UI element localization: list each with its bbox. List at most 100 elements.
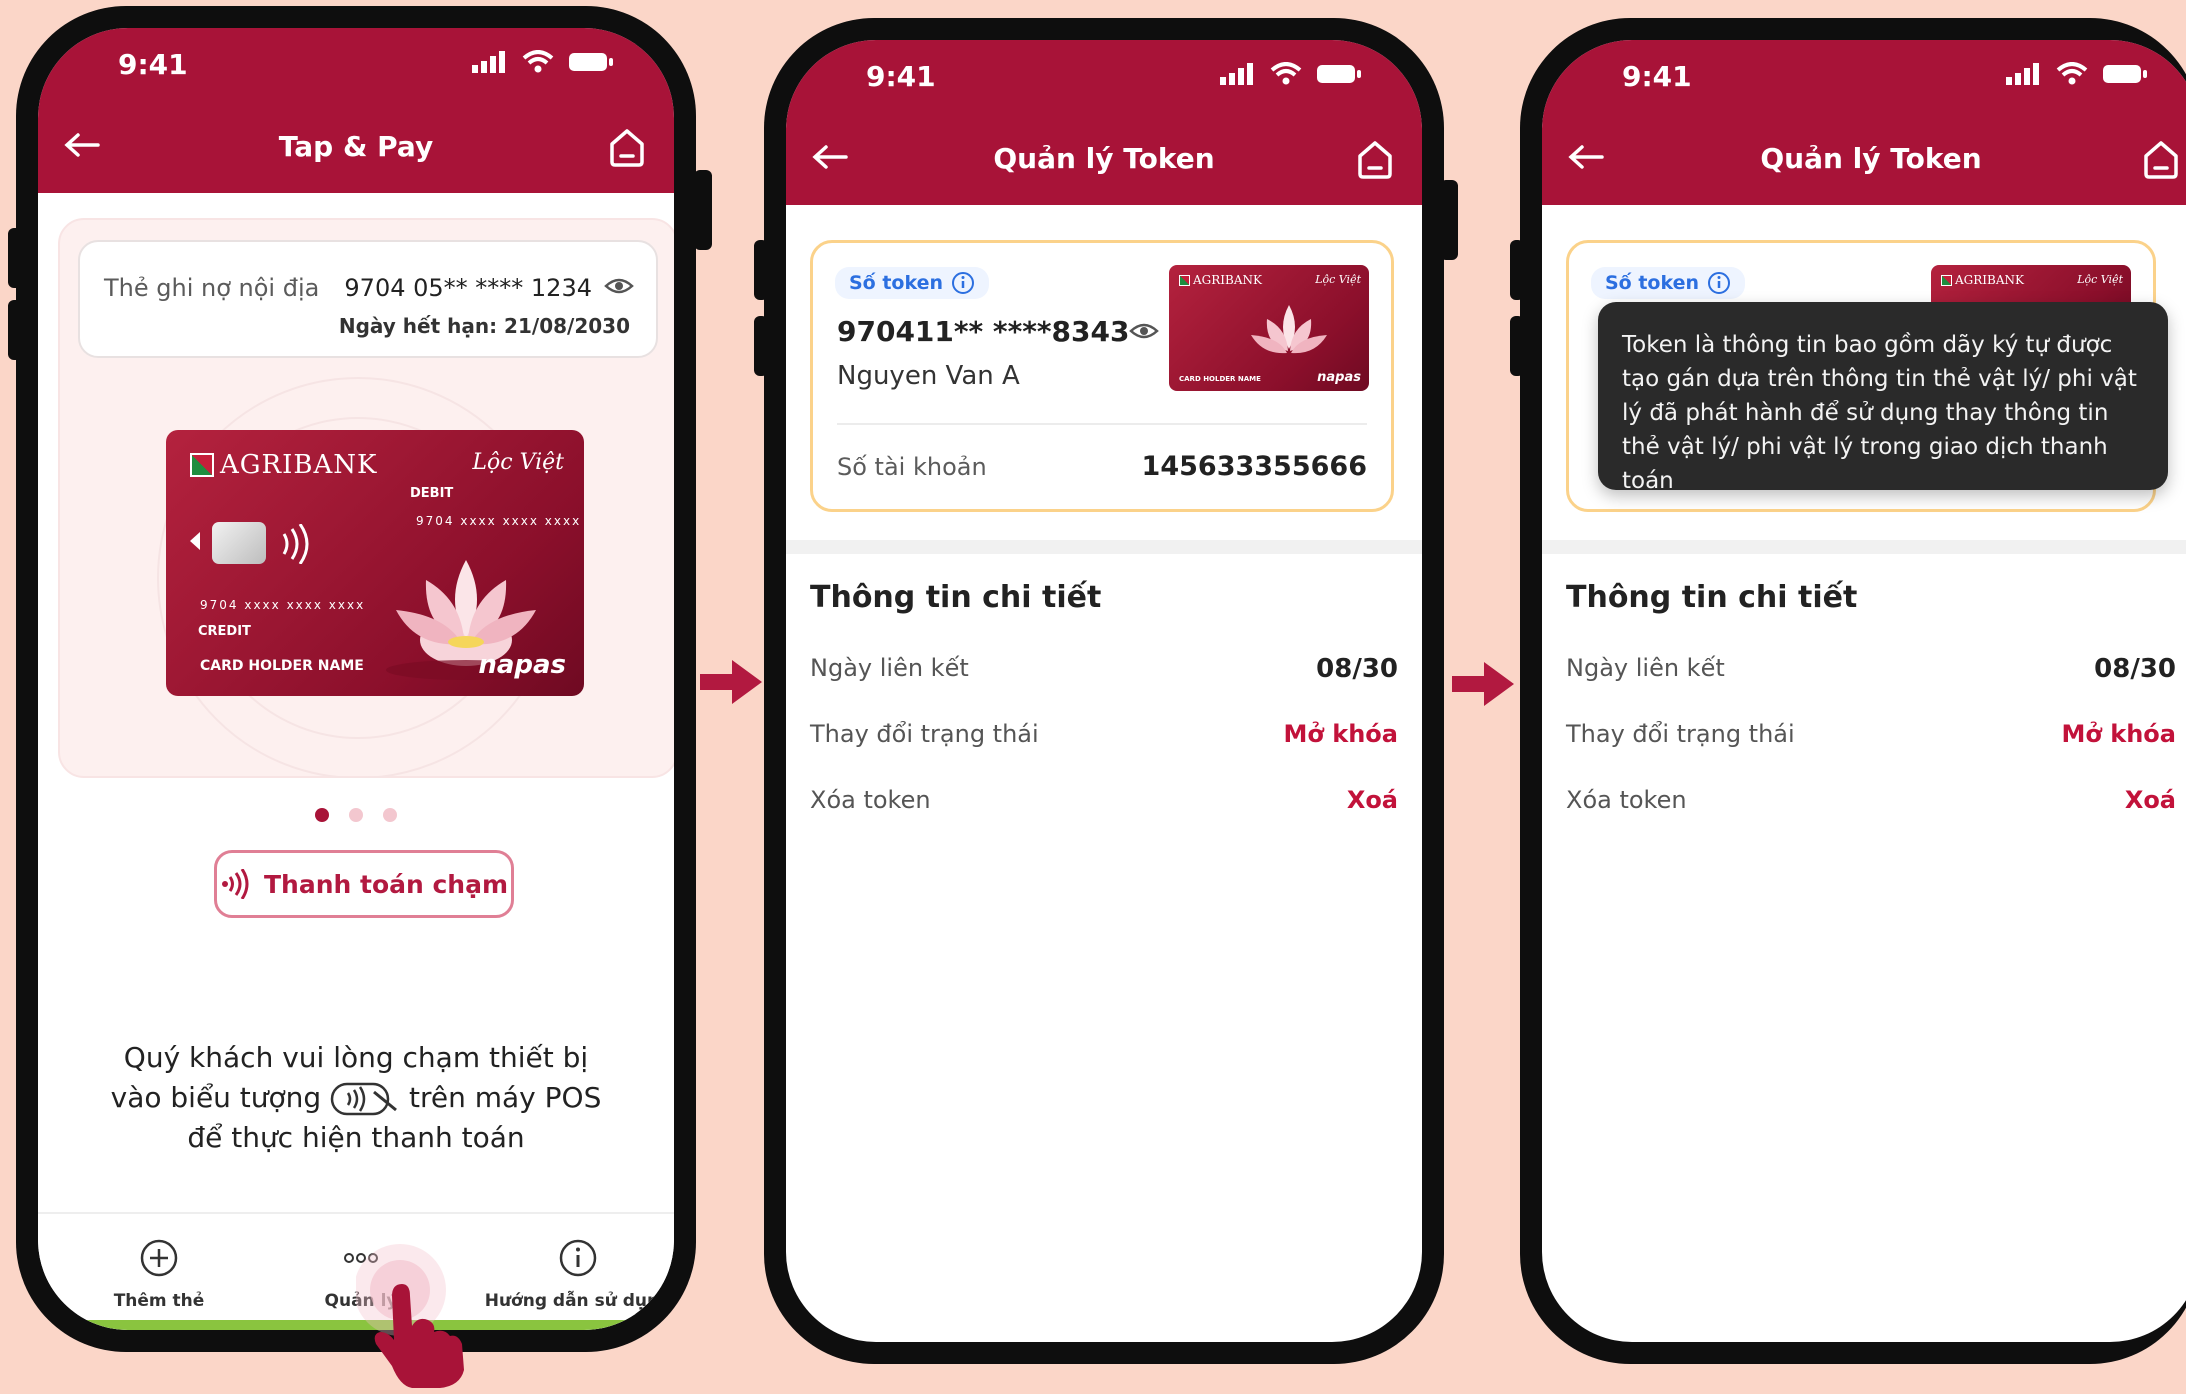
account-number: 145633355666: [1141, 451, 1367, 482]
loc-viet-brand: Lộc Việt: [472, 450, 564, 475]
carousel-dot-active[interactable]: [315, 808, 329, 822]
wifi-icon: [2056, 62, 2088, 85]
nav-label: Hướng dẫn sử dụng: [484, 1291, 672, 1311]
holder-name: Nguyen Van A: [837, 361, 1020, 391]
battery-icon: [2103, 65, 2147, 83]
nav-user-guide[interactable]: Hướng dẫn sử dụng: [478, 1238, 674, 1311]
link-date-row: Ngày liên kết 08/30: [1566, 654, 2176, 694]
section-separator: [1542, 540, 2186, 554]
battery-icon: [569, 53, 613, 71]
status-time: 9:41: [1622, 60, 1692, 93]
agribank-logo: AGRIBANK: [190, 450, 377, 480]
unlock-button[interactable]: Mở khóa: [2062, 720, 2176, 748]
instruction-line: Quý khách vui lòng chạm thiết bị: [123, 1041, 589, 1074]
instruction-line: vào biểu tượng trên máy POS: [110, 1081, 602, 1116]
card-holder-name: CARD HOLDER NAME: [1179, 375, 1261, 383]
status-icons: [2006, 62, 2148, 86]
masked-card-number: 9704 05** **** 1234: [344, 274, 592, 302]
info-circle-icon: [559, 1239, 597, 1277]
carousel-dot[interactable]: [349, 808, 363, 822]
status-time: 9:41: [866, 60, 936, 93]
delete-token-button[interactable]: Xoá: [1347, 786, 1398, 814]
loc-viet-brand: Lộc Việt: [2077, 273, 2123, 286]
row-label: Xóa token: [810, 786, 931, 814]
tap-to-pay-button[interactable]: Thanh toán chạm: [214, 850, 514, 918]
divider: [837, 423, 1367, 425]
status-icons: [472, 50, 614, 74]
delete-token-button[interactable]: Xoá: [2125, 786, 2176, 814]
phone-frame-token-management: 9:41 Quản lý Token Số token 970411** ***…: [764, 18, 1444, 1364]
debit-label: DEBIT: [410, 486, 454, 501]
card-holder-name: CARD HOLDER NAME: [200, 658, 364, 674]
wifi-icon: [522, 50, 554, 73]
phone-screen: 9:41 Quản lý Token Số token 970411** ***…: [786, 40, 1422, 1342]
signal-icon: [2006, 63, 2039, 85]
nav-add-card[interactable]: Thêm thẻ: [94, 1238, 224, 1311]
tap-gesture-hand-icon: [356, 1244, 464, 1388]
details-section-title: Thông tin chi tiết: [810, 580, 1102, 615]
app-header: 9:41 Quản lý Token: [1542, 40, 2186, 205]
link-date-row: Ngày liên kết 08/30: [810, 654, 1398, 694]
lotus-flower-illustration: [1251, 305, 1327, 354]
card-expiry: Ngày hết hạn: 21/08/2030: [338, 314, 630, 338]
status-icons: [1220, 62, 1362, 86]
credit-number: 9704 xxxx xxxx xxxx: [200, 598, 366, 612]
nav-label: Thêm thẻ: [113, 1291, 205, 1311]
phone-screen: 9:41 Tap & Pay Thẻ ghi nợ nội địa 9704 0…: [38, 28, 674, 1330]
contactless-icon: [282, 524, 309, 564]
credit-label: CREDIT: [198, 624, 251, 639]
row-label: Thay đổi trạng thái: [810, 720, 1039, 748]
home-icon[interactable]: [2142, 140, 2180, 180]
row-label: Xóa token: [1566, 786, 1687, 814]
chip-icon: [212, 522, 266, 564]
flow-arrow-icon: [1452, 662, 1514, 706]
delete-token-row: Xóa token Xoá: [810, 786, 1398, 826]
agribank-logo: AGRIBANK: [1179, 273, 1262, 287]
row-label: Ngày liên kết: [810, 654, 969, 682]
unlock-button[interactable]: Mở khóa: [1284, 720, 1398, 748]
battery-icon: [1317, 65, 1361, 83]
row-value: 08/30: [1316, 654, 1398, 684]
agribank-card[interactable]: AGRIBANK Lộc Việt DEBIT 9704 xxxx xxxx x…: [166, 430, 584, 696]
row-label: Thay đổi trạng thái: [1566, 720, 1795, 748]
token-number: 970411** ****8343: [837, 315, 1130, 348]
eye-icon[interactable]: [1129, 321, 1159, 341]
app-header: 9:41 Quản lý Token: [786, 40, 1422, 205]
phone-screen: 9:41 Quản lý Token Số token AGRIBANK Lộc…: [1542, 40, 2186, 1342]
home-icon[interactable]: [1356, 140, 1394, 180]
account-label: Số tài khoản: [837, 453, 987, 481]
info-circle-icon[interactable]: [1707, 271, 1731, 295]
debit-number: 9704 xxxx xxxx xxxx: [416, 514, 582, 528]
details-section-title: Thông tin chi tiết: [1566, 580, 1858, 615]
wifi-icon: [1270, 62, 1302, 85]
section-separator: [786, 540, 1422, 554]
token-info-tooltip: Token là thông tin bao gồm dãy ký tự đượ…: [1598, 302, 2168, 494]
change-status-row: Thay đổi trạng thái Mở khóa: [810, 720, 1398, 760]
row-value: 08/30: [2094, 654, 2176, 684]
token-badge[interactable]: Số token: [1591, 267, 1746, 299]
delete-token-row: Xóa token Xoá: [1566, 786, 2176, 826]
token-card: Số token 970411** ****8343 Nguyen Van A …: [810, 240, 1394, 512]
signal-icon: [1220, 63, 1253, 85]
eye-icon[interactable]: [604, 276, 634, 296]
carousel-dots: [38, 808, 674, 822]
token-badge[interactable]: Số token: [835, 267, 990, 299]
status-time: 9:41: [118, 48, 188, 81]
contactless-icon: [221, 869, 249, 899]
agribank-logo: AGRIBANK: [1941, 273, 2024, 287]
instruction-line: để thực hiện thanh toán: [187, 1121, 525, 1154]
napas-logo: napas: [478, 650, 566, 680]
mini-agribank-card: AGRIBANK Lộc Việt CARD HOLDER NAME napas: [1169, 265, 1369, 391]
page-title: Quản lý Token: [993, 142, 1215, 175]
card-type-label: Thẻ ghi nợ nội địa: [104, 274, 320, 302]
card-info-box: Thẻ ghi nợ nội địa 9704 05** **** 1234 N…: [78, 240, 658, 358]
phone-frame-token-tooltip: 9:41 Quản lý Token Số token AGRIBANK Lộc…: [1520, 18, 2186, 1364]
flow-arrow-icon: [700, 660, 762, 704]
phone-frame-tap-pay: 9:41 Tap & Pay Thẻ ghi nợ nội địa 9704 0…: [16, 6, 696, 1352]
signal-icon: [472, 51, 505, 73]
carousel-dot[interactable]: [383, 808, 397, 822]
plus-circle-icon: [140, 1239, 178, 1277]
home-icon[interactable]: [608, 128, 646, 168]
loc-viet-brand: Lộc Việt: [1315, 273, 1361, 286]
info-circle-icon[interactable]: [951, 271, 975, 295]
